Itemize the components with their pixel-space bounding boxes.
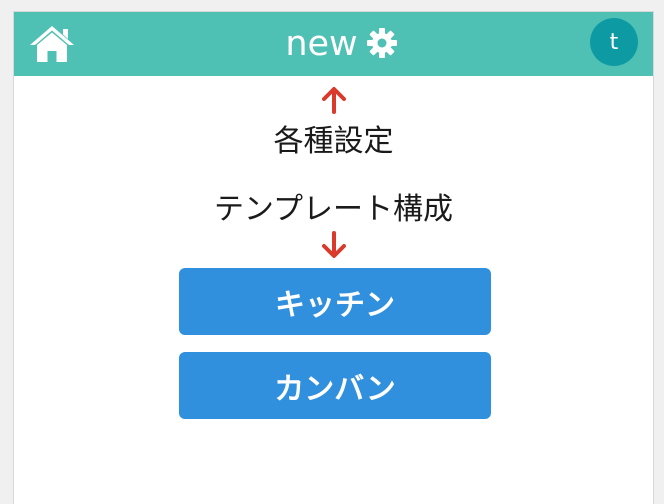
title-group: new — [14, 12, 653, 76]
arrow-down-icon — [322, 231, 346, 258]
app-window: new t 各種設定 テンプレート構成 キッチン カンバン — [13, 11, 654, 504]
page-title: new — [285, 23, 358, 64]
avatar[interactable]: t — [590, 18, 638, 66]
settings-link[interactable]: 各種設定 — [14, 127, 653, 157]
header-bar: new t — [14, 12, 653, 76]
gear-icon[interactable] — [366, 27, 398, 59]
template-button-label: カンバン — [274, 371, 396, 407]
avatar-letter: t — [609, 29, 619, 55]
arrow-up-icon — [322, 87, 346, 114]
templates-heading: テンプレート構成 — [213, 192, 454, 227]
template-button-label: キッチン — [275, 287, 395, 323]
template-button-kanban[interactable]: カンバン — [179, 352, 491, 419]
template-button-kitchen[interactable]: キッチン — [179, 268, 491, 335]
